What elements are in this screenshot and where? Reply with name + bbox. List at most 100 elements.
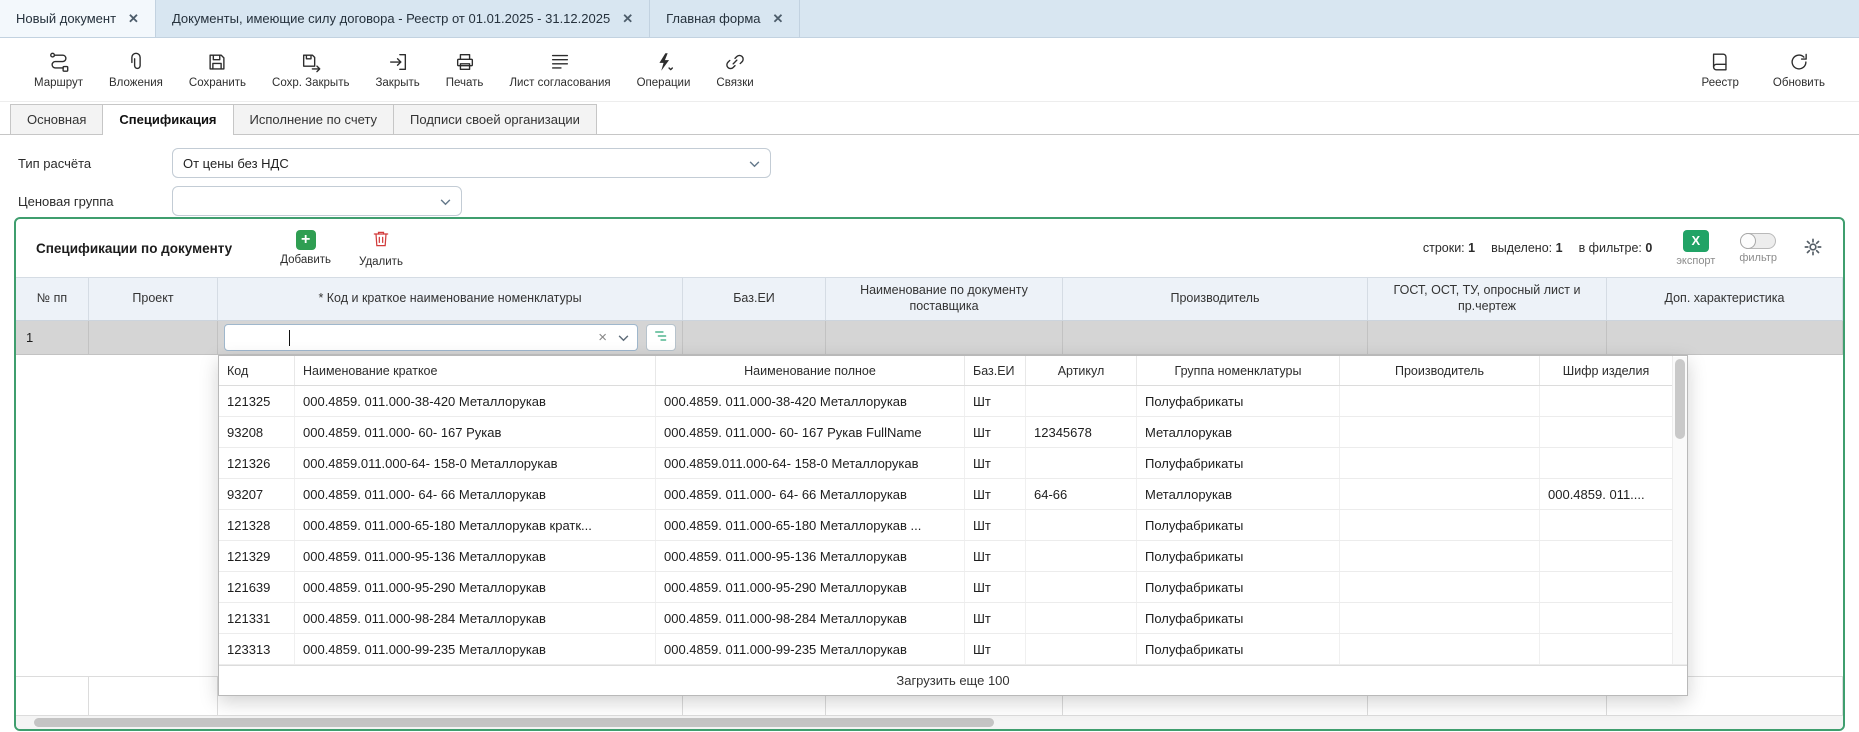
toolbar-button-label: Печать (446, 77, 484, 89)
base-unit-cell (683, 321, 826, 354)
dropdown-cell (1340, 448, 1540, 478)
refresh-button[interactable]: Обновить (1763, 47, 1835, 93)
horizontal-scrollbar-thumb[interactable] (34, 718, 994, 727)
dropdown-cell (1340, 572, 1540, 602)
column-header-project[interactable]: Проект (89, 278, 218, 320)
toggle-knob (1740, 233, 1756, 249)
toolbar-button-label: Операции (637, 77, 691, 89)
supplier-doc-name-cell (826, 321, 1063, 354)
column-header-supplier-doc-name[interactable]: Наименование по документу поставщика (826, 278, 1063, 320)
dropdown-cell: Шт (965, 479, 1026, 509)
dropdown-cell: 121639 (219, 572, 295, 602)
toggle-switch-icon[interactable] (1740, 233, 1776, 249)
tab-specification[interactable]: Спецификация (102, 104, 233, 135)
price-group-select[interactable] (172, 186, 462, 216)
add-row-label: Добавить (280, 254, 331, 266)
nomenclature-combo-input[interactable]: × (224, 324, 638, 351)
calc-type-select[interactable]: От цены без НДС (172, 148, 771, 178)
dropdown-row[interactable]: 123313000.4859. 011.000-99-235 Металлору… (219, 634, 1687, 665)
dropdown-cell: Шт (965, 603, 1026, 633)
tab-main[interactable]: Основная (10, 104, 103, 134)
dropdown-cell: 000.4859. 011.... (1540, 479, 1673, 509)
clear-icon[interactable]: × (598, 330, 607, 345)
dropdown-scrollbar-thumb[interactable] (1675, 359, 1685, 439)
dropdown-cell: 121326 (219, 448, 295, 478)
open-hierarchy-button[interactable] (646, 324, 676, 351)
save-close-icon (300, 51, 322, 73)
grid-row-selected[interactable]: 1 × (16, 321, 1843, 355)
registry-button[interactable]: Реестр (1692, 47, 1749, 93)
toolbar-button-label: Сохранить (189, 77, 246, 89)
window-tab-label: Новый документ (16, 11, 116, 26)
window-tab-main-form[interactable]: Главная форма ✕ (650, 0, 800, 37)
load-more-button[interactable]: Загрузить еще 100 (219, 665, 1687, 695)
dropdown-row[interactable]: 93208000.4859. 011.000- 60- 167 Рукав000… (219, 417, 1687, 448)
dropdown-cell: 000.4859. 011.000-99-235 Металлорукав (656, 634, 965, 664)
dropdown-row[interactable]: 121326000.4859.011.000-64- 158-0 Металло… (219, 448, 1687, 479)
column-header-row-number[interactable]: № пп (16, 278, 89, 320)
window-tab-new-document[interactable]: Новый документ ✕ (0, 0, 156, 37)
chevron-down-icon[interactable] (618, 330, 629, 345)
toolbar-button-label: Вложения (109, 77, 163, 89)
lightning-icon (653, 51, 675, 73)
chain-link-icon (724, 51, 746, 73)
dropdown-row[interactable]: 121329000.4859. 011.000-95-136 Металлору… (219, 541, 1687, 572)
horizontal-scrollbar[interactable] (16, 716, 1843, 729)
dropdown-row[interactable]: 121325000.4859. 011.000-38-420 Металлору… (219, 386, 1687, 417)
operations-button[interactable]: Операции (627, 47, 701, 93)
dropdown-row[interactable]: 121331000.4859. 011.000-98-284 Металлору… (219, 603, 1687, 634)
save-button[interactable]: Сохранить (179, 47, 256, 93)
column-header-base-unit[interactable]: Баз.ЕИ (683, 278, 826, 320)
dropdown-cell: 000.4859. 011.000-38-420 Металлорукав (295, 386, 656, 416)
plus-icon: + (296, 230, 316, 250)
dropdown-row[interactable]: 121639000.4859. 011.000-95-290 Металлору… (219, 572, 1687, 603)
dropdown-cell: 121325 (219, 386, 295, 416)
tab-invoice-execution[interactable]: Исполнение по счету (233, 104, 395, 134)
print-button[interactable]: Печать (436, 47, 494, 93)
dropdown-cell (1540, 541, 1673, 571)
dropdown-cell: 000.4859. 011.000-95-136 Металлорукав (656, 541, 965, 571)
column-header-extra-characteristic[interactable]: Доп. характеристика (1607, 278, 1843, 320)
dropdown-cell (1026, 448, 1137, 478)
route-button[interactable]: Маршрут (24, 47, 93, 93)
dropdown-cell: 000.4859. 011.000-95-136 Металлорукав (295, 541, 656, 571)
save-close-button[interactable]: Сохр. Закрыть (262, 47, 359, 93)
selected-count-label: выделено: (1491, 241, 1552, 255)
window-tab-contracts-registry[interactable]: Документы, имеющие силу договора - Реест… (156, 0, 650, 37)
dropdown-column-article: Артикул (1026, 356, 1137, 385)
delete-row-button[interactable]: Удалить (359, 229, 403, 268)
row-number-cell: 1 (16, 321, 89, 354)
tab-close-icon[interactable]: ✕ (773, 12, 784, 25)
attachments-button[interactable]: Вложения (99, 47, 173, 93)
dropdown-body: 121325000.4859. 011.000-38-420 Металлору… (219, 386, 1687, 665)
export-excel-button[interactable]: X экспорт (1676, 230, 1715, 267)
approval-sheet-button[interactable]: Лист согласования (499, 47, 620, 93)
dropdown-cell (1540, 572, 1673, 602)
dropdown-cell: 000.4859. 011.000- 64- 66 Металлорукав (295, 479, 656, 509)
selected-count: выделено: 1 (1491, 241, 1562, 255)
dropdown-cell (1540, 448, 1673, 478)
dropdown-cell: Шт (965, 572, 1026, 602)
dropdown-cell: Полуфабрикаты (1137, 448, 1340, 478)
close-button[interactable]: Закрыть (365, 47, 429, 93)
dropdown-cell: Металлорукав (1137, 417, 1340, 447)
dropdown-cell (1340, 541, 1540, 571)
grid-settings-button[interactable] (1803, 237, 1823, 260)
dropdown-cell: Шт (965, 510, 1026, 540)
manufacturer-cell (1063, 321, 1368, 354)
dropdown-scrollbar[interactable] (1672, 357, 1687, 664)
tab-own-org-signatures[interactable]: Подписи своей организации (393, 104, 597, 134)
column-header-gost[interactable]: ГОСТ, ОСТ, ТУ, опросный лист и пр.чертеж (1368, 278, 1607, 320)
dropdown-cell (1026, 603, 1137, 633)
column-header-nomenclature-code[interactable]: * Код и краткое наименование номенклатур… (218, 278, 683, 320)
add-row-button[interactable]: + Добавить (280, 230, 331, 266)
column-header-manufacturer[interactable]: Производитель (1063, 278, 1368, 320)
filter-toggle[interactable]: фильтр (1739, 233, 1777, 264)
tab-close-icon[interactable]: ✕ (128, 12, 139, 25)
dropdown-row[interactable]: 121328000.4859. 011.000-65-180 Металлору… (219, 510, 1687, 541)
dropdown-cell (1026, 541, 1137, 571)
dropdown-row[interactable]: 93207000.4859. 011.000- 64- 66 Металлору… (219, 479, 1687, 510)
links-button[interactable]: Связки (706, 47, 763, 93)
rows-count-value: 1 (1468, 241, 1475, 255)
tab-close-icon[interactable]: ✕ (622, 12, 633, 25)
